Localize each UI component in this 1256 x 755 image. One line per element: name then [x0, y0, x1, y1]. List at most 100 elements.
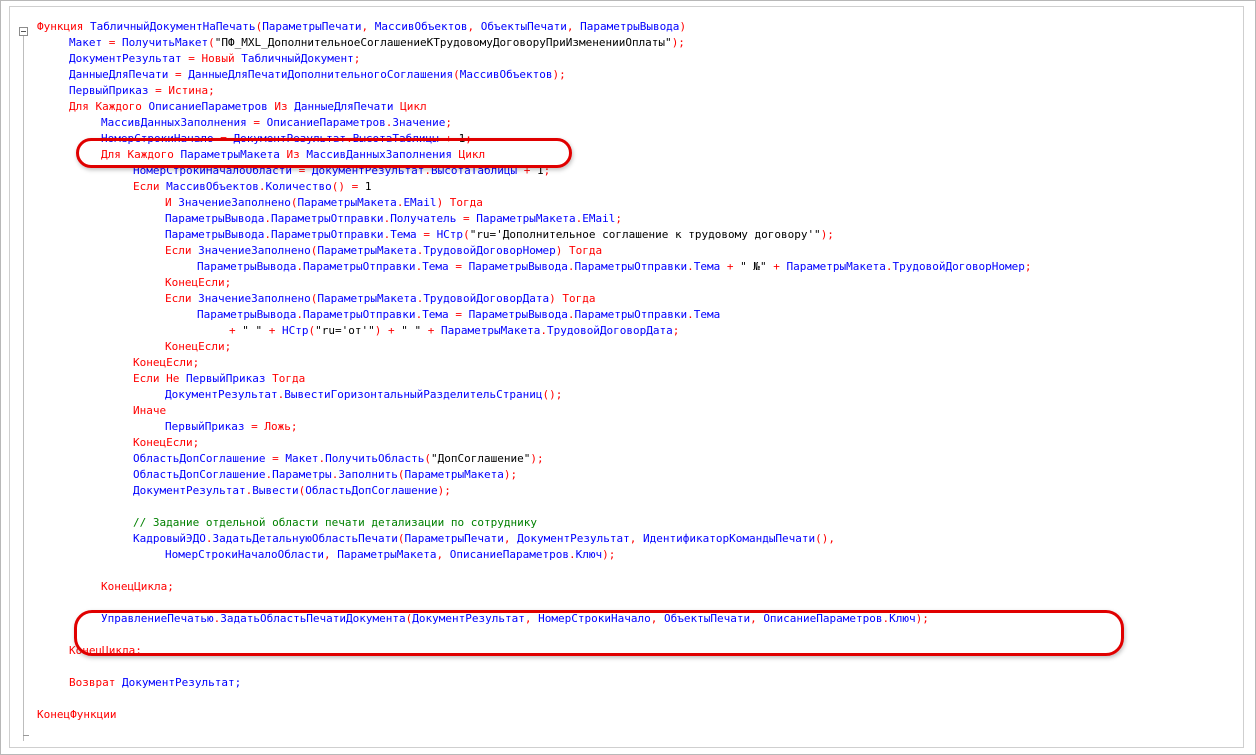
code-token: ); — [437, 484, 451, 497]
code-token: Количество — [265, 180, 332, 193]
code-token: = — [455, 308, 469, 321]
code-token: ВывестиГоризонтальныйРазделительСтраниц — [284, 388, 543, 401]
code-line[interactable]: КонецЦикла; — [101, 579, 174, 595]
code-line[interactable]: ПараметрыВывода.ПараметрыОтправки.Тема =… — [197, 307, 720, 323]
code-line[interactable]: Если Не ПервыйПриказ Тогда — [133, 371, 305, 387]
code-token: , — [566, 20, 581, 33]
code-line[interactable]: // Задание отдельной области печати дета… — [133, 515, 537, 531]
code-line[interactable]: ОбластьДопСоглашение = Макет.ПолучитьОбл… — [133, 451, 544, 467]
code-token: ТабличныйДокумент — [241, 52, 354, 65]
code-token: ДокументРезультат; — [121, 676, 242, 689]
code-line[interactable]: Иначе — [133, 403, 166, 419]
code-token: КонецФункции — [37, 708, 117, 721]
code-token: ); — [552, 68, 566, 81]
code-token: ЗначениеЗаполнено — [178, 196, 291, 209]
code-token: ; — [1024, 260, 1032, 273]
code-line[interactable]: Если МассивОбъектов.Количество() = 1 — [133, 179, 371, 195]
code-line[interactable]: ПервыйПриказ = Истина; — [69, 83, 215, 99]
code-line[interactable]: КонецЕсли; — [165, 275, 231, 291]
code-token: Возврат — [69, 676, 122, 689]
code-line[interactable]: ПараметрыВывода.ПараметрыОтправки.Тема =… — [165, 227, 834, 243]
code-line[interactable]: КонецЕсли; — [165, 339, 231, 355]
code-token: = — [272, 452, 286, 465]
code-token: + — [229, 324, 243, 337]
code-token: ПервыйПриказ — [69, 84, 156, 97]
code-token: . — [264, 228, 271, 241]
code-line[interactable]: ДанныеДляПечати = ДанныеДляПечатиДополни… — [69, 67, 566, 83]
code-token: EMail — [403, 196, 437, 209]
code-token: Макет — [69, 36, 109, 49]
code-token: ; — [672, 324, 680, 337]
code-token: ПараметрыВывода — [197, 308, 297, 321]
code-token: = — [108, 36, 122, 49]
code-token: ОбластьДопСоглашение — [305, 484, 438, 497]
code-token: ПараметрыМакета — [317, 244, 417, 257]
code-line[interactable]: МассивДанныхЗаполнения = ОписаниеПарамет… — [101, 115, 452, 131]
code-token: ); — [503, 468, 518, 481]
code-token: ); — [671, 36, 685, 49]
code-token: = — [253, 116, 267, 129]
code-token: И — [165, 196, 179, 209]
code-line[interactable]: ПервыйПриказ = Ложь; — [165, 419, 297, 435]
code-token: ДокументРезультат — [165, 388, 278, 401]
code-token: + — [726, 260, 741, 273]
code-editor[interactable]: Функция ТабличныйДокументНаПечать(Параме… — [9, 6, 1244, 748]
code-token: ПолучитьОбласть — [325, 452, 425, 465]
code-token: + — [268, 324, 282, 337]
code-token: ПараметрыМакета — [337, 548, 437, 561]
code-token: ( — [463, 228, 470, 241]
code-line[interactable]: ПараметрыВывода.ПараметрыОтправки.Получа… — [165, 211, 622, 227]
code-line[interactable]: Если ЗначениеЗаполнено(ПараметрыМакета.Т… — [165, 291, 596, 307]
code-token: ПараметрыМакета — [297, 196, 397, 209]
code-line[interactable]: ДокументРезультат.Вывести(ОбластьДопСогл… — [133, 483, 451, 499]
code-token: ПервыйПриказ — [185, 372, 273, 385]
code-token: ПараметрыПечати — [262, 20, 362, 33]
code-token: " " — [242, 324, 269, 337]
highlight-ellipse-line-start — [76, 138, 572, 168]
code-line[interactable]: Для Каждого ОписаниеПараметров Из Данные… — [69, 99, 427, 115]
code-token: , — [629, 532, 643, 545]
code-token: Если Не — [133, 372, 186, 385]
code-token: ; — [445, 116, 453, 129]
code-token: Из — [274, 100, 295, 113]
code-token: ПараметрыМакета — [404, 468, 504, 481]
code-token: = — [174, 68, 189, 81]
code-token: ( — [397, 532, 405, 545]
code-token: , — [361, 20, 375, 33]
code-token: ПараметрыОтправки — [574, 260, 688, 273]
code-line[interactable]: ОбластьДопСоглашение.Параметры.Заполнить… — [133, 467, 517, 483]
code-token: Получатель — [390, 212, 464, 225]
code-line[interactable]: + " " + НСтр("ru='от'") + " " + Параметр… — [229, 323, 679, 339]
code-line[interactable]: НомерСтрокиНачалоОбласти, ПараметрыМакет… — [165, 547, 615, 563]
code-line[interactable]: КадровыйЭДО.ЗадатьДетальнуюОбластьПечати… — [133, 531, 835, 547]
code-line[interactable]: Макет = ПолучитьМакет("ПФ_MXL_Дополнител… — [69, 35, 685, 51]
code-line[interactable]: ПараметрыВывода.ПараметрыОтправки.Тема =… — [197, 259, 1032, 275]
code-token: = — [455, 260, 469, 273]
code-token: . — [567, 260, 575, 273]
code-token: () = — [331, 180, 365, 193]
code-token: = Истина; — [155, 84, 215, 97]
code-line[interactable]: КонецЕсли; — [133, 355, 199, 371]
code-token: "ДопСоглашение" — [431, 452, 531, 465]
code-line[interactable]: ДокументРезультат = Новый ТабличныйДокум… — [69, 51, 360, 67]
code-line[interactable]: КонецЕсли; — [133, 435, 199, 451]
code-token: НСтр — [282, 324, 309, 337]
code-line[interactable]: Возврат ДокументРезультат; — [69, 675, 241, 691]
code-token: ); — [820, 228, 834, 241]
code-token: ДанныеДляПечати — [294, 100, 401, 113]
code-token: ЗадатьДетальнуюОбластьПечати — [212, 532, 398, 545]
code-line[interactable]: ДокументРезультат.ВывестиГоризонтальныйР… — [165, 387, 562, 403]
code-line[interactable]: Если ЗначениеЗаполнено(ПараметрыМакета.Т… — [165, 243, 602, 259]
code-token: = Новый — [188, 52, 242, 65]
code-token: КадровыйЭДО — [133, 532, 206, 545]
code-line[interactable]: КонецФункции — [37, 707, 116, 723]
code-token: ДокументРезультат — [69, 52, 189, 65]
code-token: . — [687, 308, 694, 321]
code-token: . — [296, 308, 303, 321]
code-token: ПервыйПриказ — [165, 420, 252, 433]
code-token: ПараметрыПечати — [404, 532, 504, 545]
code-token: КонецЕсли; — [133, 436, 200, 449]
code-line[interactable]: И ЗначениеЗаполнено(ПараметрыМакета.EMai… — [165, 195, 483, 211]
code-line[interactable]: Функция ТабличныйДокументНаПечать(Параме… — [37, 19, 686, 35]
code-token: , — [467, 20, 481, 33]
